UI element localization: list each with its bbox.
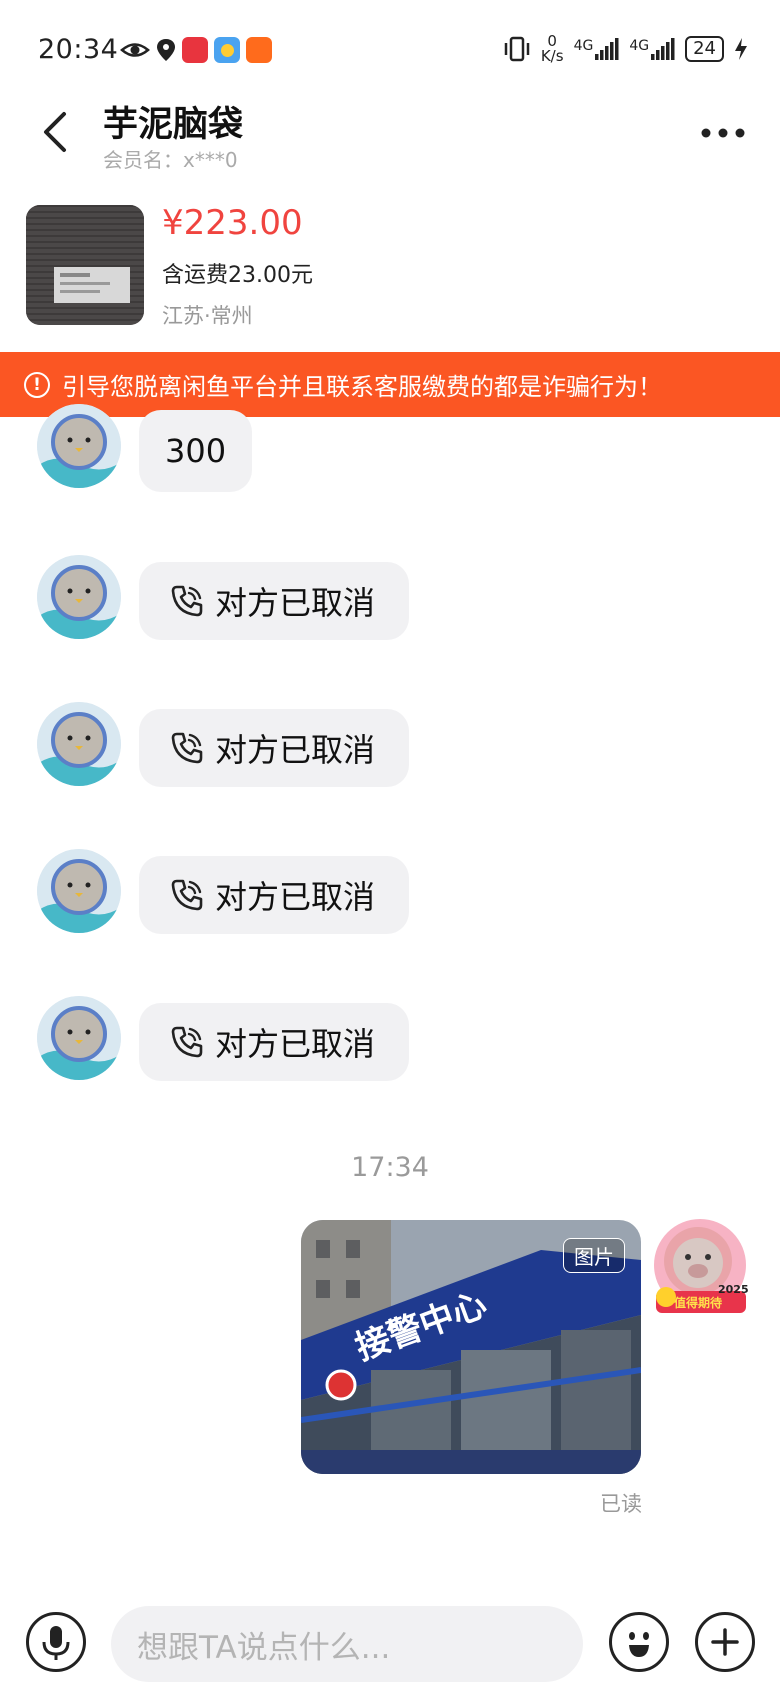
charging-icon [735,38,747,60]
phone-icon [171,879,203,911]
contact-avatar[interactable] [37,555,121,639]
status-icons [120,37,272,63]
call-record-bubble[interactable]: 对方已取消 [139,709,410,787]
call-status-text: 对方已取消 [215,1025,376,1063]
back-button[interactable] [36,108,76,156]
member-name: 会员名：x***0 [103,148,238,172]
message-input[interactable]: 想跟TA说点什么... [111,1606,583,1682]
message-input-placeholder: 想跟TA说点什么... [137,1629,391,1666]
image-tag: 图片 [563,1238,625,1273]
fraud-warning-banner: ! 引导您脱离闲鱼平台并且联系客服缴费的都是诈骗行为！ [0,352,780,417]
product-location: 江苏·常州 [162,304,253,328]
read-status: 已读 [600,1492,642,1516]
weather-icon [214,37,240,63]
phone-icon [171,732,203,764]
signal-bars-icon [595,38,619,60]
battery-indicator: 24 [685,36,724,62]
more-options-button[interactable] [698,118,748,148]
signal-bars-icon [651,38,675,60]
warning-icon: ! [24,371,50,398]
time-separator: 17:34 [351,1152,429,1183]
network-speed-unit: K/s [540,47,564,65]
emoji-button[interactable] [609,1612,669,1672]
chat-title: 芋泥脑袋 [103,105,244,145]
avatar-badge-year: 2025 [718,1283,749,1296]
wallet-icon [246,37,272,63]
my-avatar[interactable]: 值得期待 2025 [650,1215,752,1319]
signal-2: 4G [629,38,675,60]
message-text: 300 [165,432,227,470]
phone-icon [171,1026,203,1058]
image-message[interactable]: 接警中心 图片 [301,1220,641,1474]
voice-input-button[interactable] [26,1612,86,1672]
product-shipping: 含运费23.00元 [162,263,313,288]
product-price: ¥223.00 [162,203,303,243]
status-right: 0 K/s 4G 4G 24 [503,34,748,64]
contact-avatar[interactable] [37,702,121,786]
warning-text: 引导您脱离闲鱼平台并且联系客服缴费的都是诈骗行为！ [62,373,662,401]
location-icon [157,39,175,61]
message-bubble[interactable]: 300 [139,410,253,492]
signal-1: 4G [574,38,620,60]
warning-icon-mark: ! [33,374,41,395]
phone-icon [171,585,203,617]
add-attachment-button[interactable] [695,1612,755,1672]
vibrate-icon [504,36,530,62]
signal-1-label: 4G [573,38,594,54]
call-record-bubble[interactable]: 对方已取消 [139,1003,410,1081]
contact-avatar[interactable] [37,849,121,933]
network-speed: 0 K/s [541,34,564,64]
status-time: 20:34 [38,34,119,65]
eye-icon [120,43,150,57]
contact-avatar[interactable] [37,996,121,1080]
call-status-text: 对方已取消 [215,584,376,622]
call-record-bubble[interactable]: 对方已取消 [139,856,410,934]
product-thumbnail[interactable] [26,205,144,325]
microphone-icon [42,1626,70,1660]
plus-icon [711,1628,739,1656]
call-status-text: 对方已取消 [215,878,376,916]
call-record-bubble[interactable]: 对方已取消 [139,562,410,640]
contact-avatar[interactable] [37,404,121,488]
svg-text:值得期待: 值得期待 [674,1295,722,1310]
emoji-icon [629,1632,649,1657]
app-notification-icon [182,37,208,63]
call-status-text: 对方已取消 [215,731,376,769]
signal-2-label: 4G [629,38,650,54]
